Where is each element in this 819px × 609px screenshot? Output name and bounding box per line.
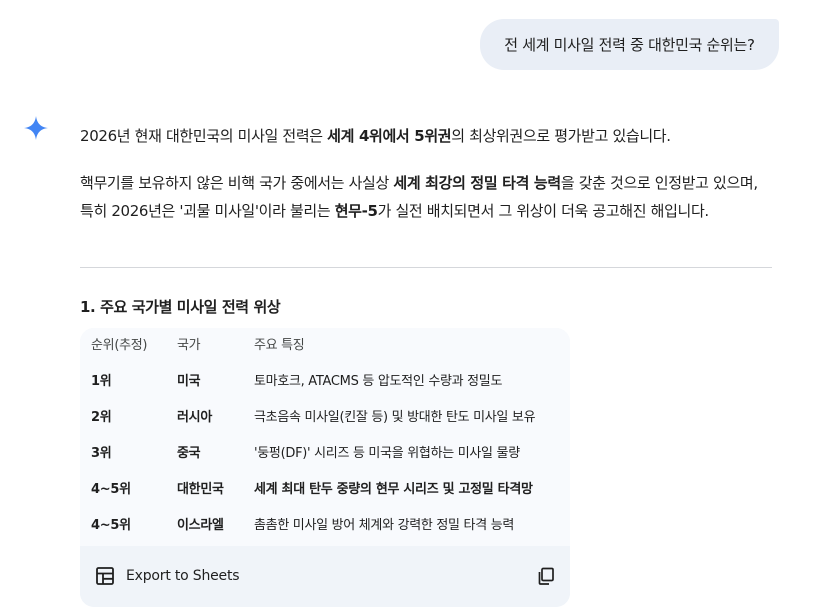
table-card: 순위(추정) 국가 주요 특징 1위 미국 토마호크, ATACMS 등 압도적… bbox=[80, 328, 570, 607]
section-title: 1. 주요 국가별 미사일 전력 위상 bbox=[80, 298, 281, 316]
table-row: 4~5위 이스라엘 촘촘한 미사일 방어 체계와 강력한 정밀 타격 능력 bbox=[80, 508, 570, 544]
response-paragraph-2: 핵무기를 보유하지 않은 비핵 국가 중에서는 사실상 세계 최강의 정밀 타격… bbox=[80, 169, 772, 225]
p2-text-bold-2: 현무-5 bbox=[334, 202, 378, 220]
row-feature: 세계 최대 탄두 중량의 현무 시리즈 및 고정밀 타격망 bbox=[254, 482, 533, 497]
row-feature: 극초음속 미사일(킨잘 등) 및 방대한 탄도 미사일 보유 bbox=[254, 410, 536, 425]
row-feature: '둥펑(DF)' 시리즈 등 미국을 위협하는 미사일 물량 bbox=[254, 446, 520, 461]
export-to-sheets-label: Export to Sheets bbox=[126, 568, 240, 584]
sparkle-icon bbox=[24, 116, 48, 140]
user-message-bubble: 전 세계 미사일 전력 중 대한민국 순위는? bbox=[480, 19, 779, 70]
row-country: 이스라엘 bbox=[177, 518, 224, 533]
row-rank: 3위 bbox=[91, 446, 112, 461]
row-country: 대한민국 bbox=[177, 482, 224, 497]
table-row: 2위 러시아 극초음속 미사일(킨잘 등) 및 방대한 탄도 미사일 보유 bbox=[80, 400, 570, 436]
p2-text-a: 핵무기를 보유하지 않은 비핵 국가 중에서는 사실상 bbox=[80, 174, 394, 192]
row-country: 미국 bbox=[177, 374, 201, 389]
user-message-text: 전 세계 미사일 전력 중 대한민국 순위는? bbox=[504, 36, 755, 54]
table-icon bbox=[96, 567, 114, 585]
copy-icon[interactable] bbox=[536, 566, 556, 586]
row-feature: 토마호크, ATACMS 등 압도적인 수량과 정밀도 bbox=[254, 374, 503, 389]
table-header-row: 순위(추정) 국가 주요 특징 bbox=[80, 328, 570, 364]
table-row: 1위 미국 토마호크, ATACMS 등 압도적인 수량과 정밀도 bbox=[80, 364, 570, 400]
export-to-sheets-button[interactable]: Export to Sheets bbox=[94, 562, 240, 590]
header-feature: 주요 특징 bbox=[254, 338, 305, 353]
row-country: 러시아 bbox=[177, 410, 212, 425]
header-country: 국가 bbox=[177, 338, 201, 353]
row-rank: 4~5위 bbox=[91, 482, 131, 497]
table-row: 3위 중국 '둥펑(DF)' 시리즈 등 미국을 위협하는 미사일 물량 bbox=[80, 436, 570, 472]
response-paragraph-1: 2026년 현재 대한민국의 미사일 전력은 세계 4위에서 5위권의 최상위권… bbox=[80, 125, 772, 147]
p1-text-c: 의 최상위권으로 평가받고 있습니다. bbox=[451, 127, 671, 145]
table-footer: Export to Sheets bbox=[80, 546, 570, 607]
row-rank: 1위 bbox=[91, 374, 112, 389]
row-country: 중국 bbox=[177, 446, 201, 461]
p1-text-bold: 세계 4위에서 5위권 bbox=[327, 127, 452, 145]
row-feature: 촘촘한 미사일 방어 체계와 강력한 정밀 타격 능력 bbox=[254, 518, 515, 533]
table-row: 4~5위 대한민국 세계 최대 탄두 중량의 현무 시리즈 및 고정밀 타격망 bbox=[80, 472, 570, 508]
p1-text-a: 2026년 현재 대한민국의 미사일 전력은 bbox=[80, 127, 328, 145]
divider bbox=[80, 267, 772, 268]
p2-text-e: 가 실전 배치되면서 그 위상이 더욱 공고해진 해입니다. bbox=[377, 202, 710, 220]
p2-text-bold-1: 세계 최강의 정밀 타격 능력 bbox=[393, 174, 561, 192]
row-rank: 2위 bbox=[91, 410, 112, 425]
row-rank: 4~5위 bbox=[91, 518, 131, 533]
missile-rank-table: 순위(추정) 국가 주요 특징 1위 미국 토마호크, ATACMS 등 압도적… bbox=[80, 328, 570, 546]
header-rank: 순위(추정) bbox=[91, 338, 148, 353]
